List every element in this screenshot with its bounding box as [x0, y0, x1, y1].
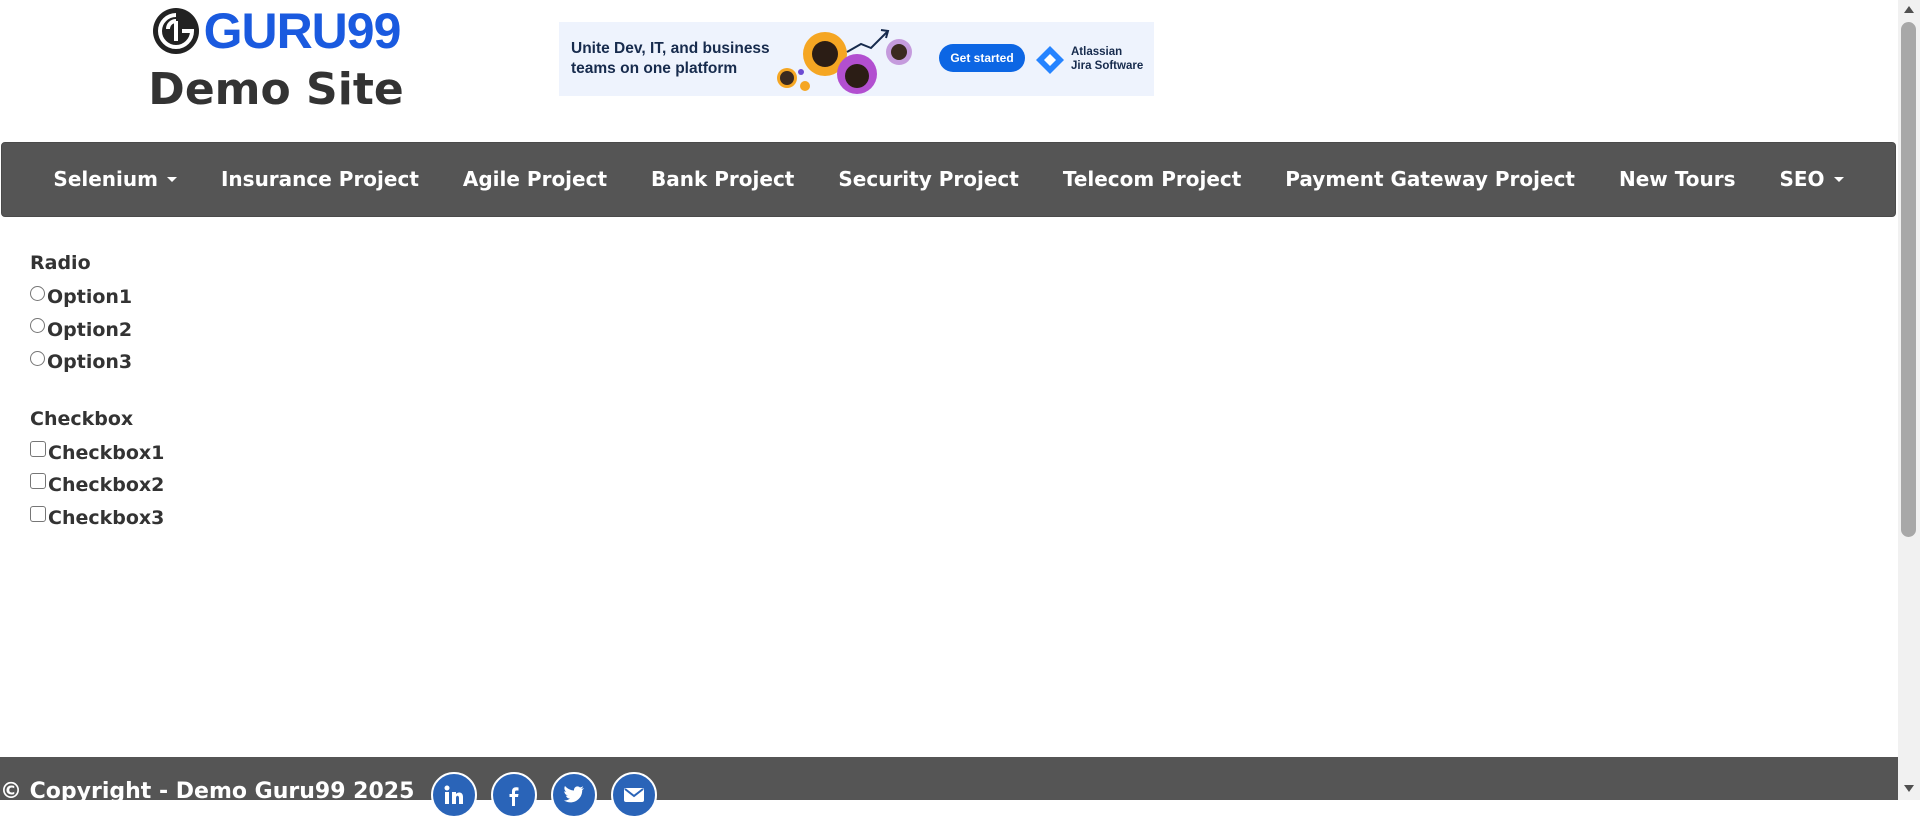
radio-button[interactable] — [30, 285, 45, 301]
vertical-scrollbar[interactable] — [1898, 0, 1920, 800]
nav-item-label: Telecom Project — [1062, 167, 1242, 191]
nav-item-label: New Tours — [1619, 167, 1736, 191]
checkbox[interactable] — [30, 440, 46, 457]
nav-item-label: Payment Gateway Project — [1285, 167, 1575, 191]
twitter-icon[interactable] — [551, 772, 597, 818]
checkbox-option-label: Checkbox3 — [48, 506, 165, 529]
nav-item-payment-gateway-project[interactable]: Payment Gateway Project — [1263, 143, 1597, 216]
nav-item-insurance-project[interactable]: Insurance Project — [199, 143, 441, 216]
scroll-down-arrow-icon[interactable] — [1904, 785, 1914, 792]
nav-item-label: SEO — [1779, 167, 1825, 191]
ad-brand-line2: Jira Software — [1071, 60, 1144, 72]
ad-brand-line1: Atlassian — [1071, 46, 1123, 58]
form-area: Radio Option1 Option2 Option3 Checkbox C… — [30, 247, 164, 532]
radio-option-1: Option1 — [30, 279, 164, 312]
checkbox[interactable] — [30, 473, 46, 490]
radio-option-label: Option2 — [47, 318, 133, 341]
facebook-icon[interactable] — [491, 772, 537, 818]
radio-group-label: Radio — [30, 252, 91, 274]
ad-banner[interactable]: Unite Dev, IT, and business teams on one… — [559, 22, 1154, 96]
checkbox-option-1: Checkbox1 — [30, 435, 164, 468]
nav-item-label: Insurance Project — [220, 167, 419, 191]
site-title: Demo Site — [148, 64, 404, 115]
nav-item-bank-project[interactable]: Bank Project — [629, 143, 816, 216]
nav-item-label: Agile Project — [462, 167, 608, 191]
nav-item-new-tours[interactable]: New Tours — [1597, 143, 1757, 216]
caret-down-icon — [166, 177, 177, 182]
radio-option-label: Option1 — [47, 286, 133, 309]
site-logo[interactable]: GURU99 Demo Site — [148, 6, 404, 116]
nav-item-label: Selenium — [53, 167, 158, 191]
jira-diamond-icon — [1036, 46, 1064, 74]
linkedin-icon[interactable] — [431, 772, 477, 818]
radio-button[interactable] — [30, 318, 45, 334]
nav-item-selenium[interactable]: Selenium — [31, 143, 199, 216]
radio-option-2: Option2 — [30, 312, 164, 345]
ad-headline: Unite Dev, IT, and business teams on one… — [571, 39, 770, 79]
nav-item-telecom-project[interactable]: Telecom Project — [1041, 143, 1263, 216]
ad-headline-line1: Unite Dev, IT, and business — [571, 40, 770, 57]
checkbox-option-label: Checkbox2 — [48, 474, 165, 497]
checkbox-option-2: Checkbox2 — [30, 467, 164, 500]
radio-option-3: Option3 — [30, 344, 164, 377]
guru99-logo-icon — [152, 8, 199, 54]
checkbox-option-3: Checkbox3 — [30, 500, 164, 533]
ad-people-illustration — [777, 29, 912, 94]
scrollbar-thumb[interactable] — [1901, 22, 1916, 537]
nav-item-security-project[interactable]: Security Project — [816, 143, 1040, 216]
nav-item-agile-project[interactable]: Agile Project — [441, 143, 629, 216]
ad-headline-line2: teams on one platform — [571, 60, 738, 77]
nav-item-label: Security Project — [838, 167, 1019, 191]
nav-list: Selenium Insurance Project Agile Project… — [2, 143, 1895, 216]
nav-item-seo[interactable]: SEO — [1757, 143, 1865, 216]
footer: © Copyright - Demo Guru99 2025 — [0, 757, 1898, 818]
radio-button[interactable] — [30, 350, 45, 366]
ad-get-started-button[interactable]: Get started — [939, 44, 1025, 72]
checkbox-group-label: Checkbox — [30, 407, 134, 430]
copyright-text: © Copyright - Demo Guru99 2025 — [0, 779, 415, 804]
ad-brand: Atlassian Jira Software — [1035, 42, 1151, 76]
logo-text: GURU99 — [203, 3, 402, 59]
checkbox-option-label: Checkbox1 — [48, 441, 165, 464]
radio-option-label: Option3 — [47, 351, 133, 374]
checkbox[interactable] — [30, 505, 46, 522]
nav-item-label: Bank Project — [651, 167, 795, 191]
main-navbar: Selenium Insurance Project Agile Project… — [1, 142, 1896, 217]
email-icon[interactable] — [611, 772, 657, 818]
scroll-up-arrow-icon[interactable] — [1904, 6, 1914, 13]
caret-down-icon — [1833, 177, 1844, 182]
